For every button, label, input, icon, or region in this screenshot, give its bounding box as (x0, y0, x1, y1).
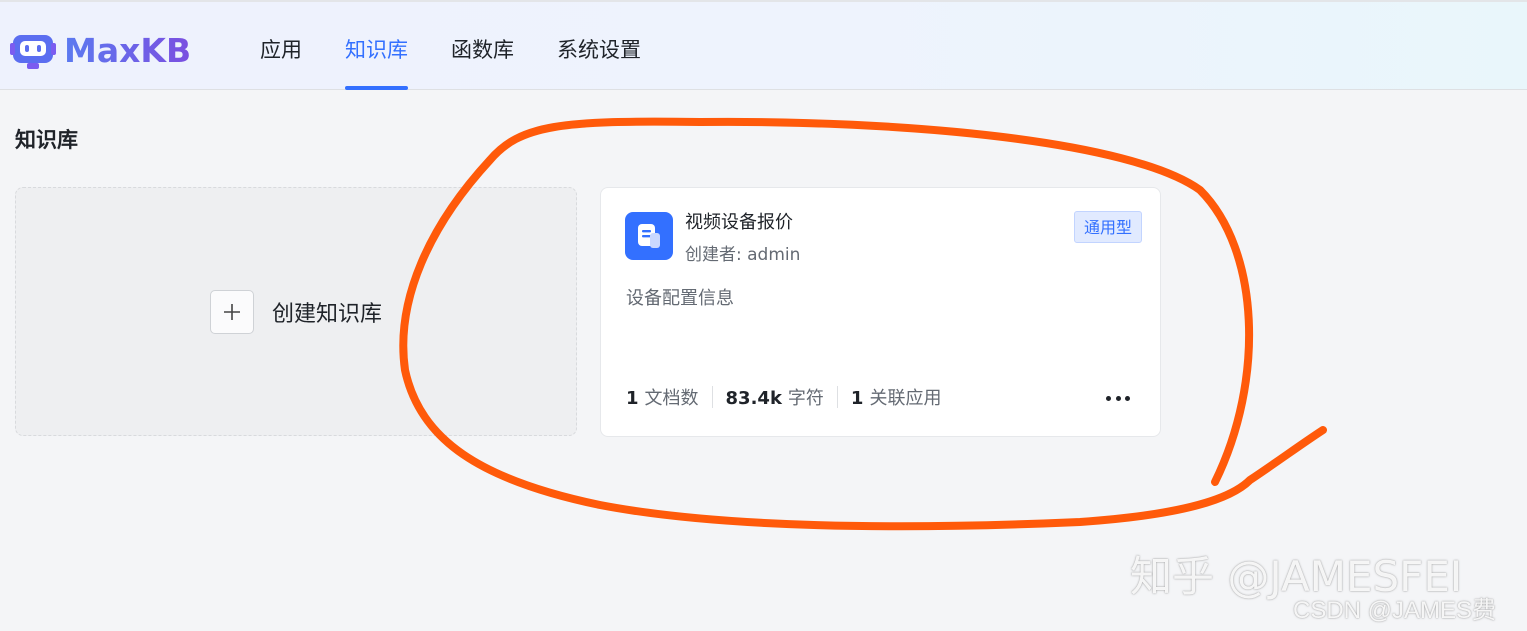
main-nav: 应用 知识库 函数库 系统设置 (260, 2, 684, 90)
stat-linked-apps: 1 关联应用 (851, 384, 942, 410)
stat-characters-value: 83.4k (725, 388, 782, 409)
top-navigation-bar: MaxKB 应用 知识库 函数库 系统设置 (0, 0, 1527, 90)
stat-characters: 83.4k 字符 (726, 384, 824, 410)
more-dot (1106, 395, 1111, 401)
stat-characters-label: 字符 (787, 388, 824, 409)
stat-linked-apps-value: 1 (850, 388, 864, 409)
brand-name: MaxKB (64, 31, 192, 70)
more-dot (1125, 395, 1130, 401)
page-title: 知识库 (15, 128, 78, 152)
stat-divider (711, 386, 713, 408)
stat-divider (836, 386, 838, 408)
stat-documents-value: 1 (626, 388, 639, 409)
nav-tab-function-library[interactable]: 函数库 (451, 2, 514, 90)
stat-documents-label: 文档数 (644, 388, 699, 409)
csdn-watermark: CSDN @JAMES费 (1293, 597, 1497, 624)
robot-icon (10, 35, 56, 69)
knowledge-base-stats: 1 文档数 83.4k 字符 1 关联应用 (626, 385, 941, 409)
brand-logo[interactable]: MaxKB (10, 31, 191, 71)
create-knowledge-base-card[interactable]: 创建知识库 (15, 187, 577, 436)
stat-documents: 1 文档数 (626, 384, 699, 410)
nav-tab-applications[interactable]: 应用 (260, 2, 302, 90)
knowledge-base-description: 设备配置信息 (626, 288, 734, 309)
nav-tab-knowledge-base[interactable]: 知识库 (345, 2, 408, 90)
document-icon (625, 212, 673, 260)
stat-linked-apps-label: 关联应用 (869, 388, 942, 409)
create-knowledge-base-label: 创建知识库 (271, 301, 382, 327)
more-horizontal-icon[interactable] (1106, 388, 1130, 408)
more-dot (1115, 395, 1121, 401)
plus-icon[interactable] (209, 289, 254, 334)
knowledge-base-creator: 创建者: admin (685, 245, 801, 265)
knowledge-base-name: 视频设备报价 (685, 212, 793, 233)
knowledge-base-card[interactable]: 视频设备报价 创建者: admin 通用型 设备配置信息 1 文档数 83.4k 字… (600, 187, 1161, 437)
nav-tab-system-settings[interactable]: 系统设置 (557, 2, 641, 90)
knowledge-base-type-badge: 通用型 (1073, 211, 1142, 243)
